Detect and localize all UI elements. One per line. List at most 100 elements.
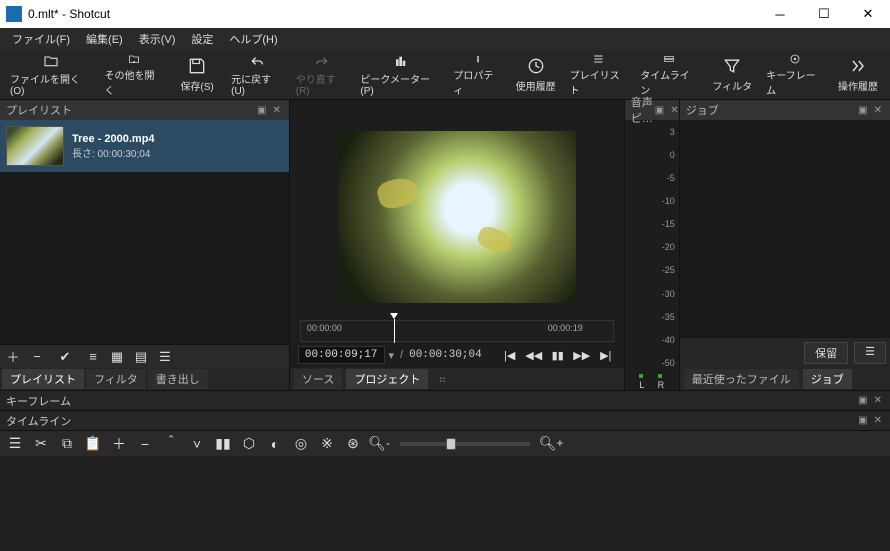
timecode-total: 00:00:30;04	[409, 349, 482, 361]
panel-close-icon[interactable]: ✕	[271, 105, 283, 116]
history-button[interactable]: 操作履歴	[830, 51, 886, 99]
menu-help[interactable]: ヘルプ(H)	[221, 29, 285, 49]
lift-icon[interactable]: ＾	[160, 433, 182, 455]
tab-filter[interactable]: フィルタ	[86, 369, 146, 389]
left-tab-row: プレイリスト フィルタ 書き出し	[0, 368, 289, 390]
audio-meter-lr: L R	[625, 374, 679, 390]
jobs-header: ジョブ ▣✕	[680, 100, 890, 120]
playlist-remove-button[interactable]: −	[26, 347, 48, 367]
minimize-button[interactable]: ─	[758, 0, 802, 28]
cut-icon[interactable]: ✂	[30, 433, 52, 455]
playlist-item[interactable]: Tree - 2000.mp4 長さ: 00:00:30;04	[0, 120, 289, 172]
zoom-slider-thumb[interactable]	[446, 438, 456, 450]
jobs-tab-row: 最近使ったファイル ジョブ	[680, 368, 890, 390]
panel-undock-icon[interactable]: ▣	[255, 105, 268, 116]
open-other-button[interactable]: その他を開く	[99, 51, 170, 99]
tab-source[interactable]: ソース	[294, 369, 342, 389]
kf-close-icon[interactable]: ✕	[872, 395, 884, 406]
keyframes-button[interactable]: キーフレーム	[760, 51, 830, 99]
recent-button[interactable]: 使用履歴	[508, 51, 564, 99]
meter-undock-icon[interactable]: ▣	[653, 105, 666, 116]
menu-view[interactable]: 表示(V)	[131, 29, 184, 49]
copy-icon[interactable]: ⧉	[56, 433, 78, 455]
play-pause-button[interactable]: ▮▮	[548, 346, 568, 364]
pending-button[interactable]: 保留	[804, 342, 848, 364]
preview-panel: 00:00:00 00:00:19 00:00:09;17 ▾ / 00:00:…	[290, 100, 624, 390]
jobs-close-icon[interactable]: ✕	[872, 105, 884, 116]
timeline-menu-icon[interactable]: ☰	[4, 433, 26, 455]
playlist-update-button[interactable]: ✔	[54, 347, 76, 367]
timeline-button[interactable]: タイムライン	[634, 51, 704, 99]
zoom-out-icon[interactable]: 🔍︎-	[368, 433, 390, 455]
properties-button[interactable]: プロパティ	[447, 51, 507, 99]
view-detailed-icon[interactable]: ≡	[82, 347, 104, 367]
jobs-bottom-bar: 保留 ☰	[680, 338, 890, 368]
open-file-button[interactable]: ファイルを開く(O)	[4, 51, 99, 99]
skip-next-button[interactable]: ▶|	[596, 346, 616, 364]
menu-file[interactable]: ファイル(F)	[4, 29, 78, 49]
jobs-body[interactable]	[680, 120, 890, 338]
overwrite-icon[interactable]: ˅	[186, 433, 208, 455]
maximize-button[interactable]: ☐	[802, 0, 846, 28]
ripple-all-icon[interactable]: ※	[316, 433, 338, 455]
split-icon[interactable]: ▮▮	[212, 433, 234, 455]
ripple-icon[interactable]: ◎	[290, 433, 312, 455]
timeline-toolbar: ☰ ✂ ⧉ 📋 ＋ − ＾ ˅ ▮▮ ⬡ ◐ ◎ ※ ⊛ 🔍︎- 🔍︎+	[0, 430, 890, 456]
scrub-tc-start: 00:00:00	[307, 323, 342, 333]
playlist-toolbar: ＋ − ✔ ≡ ▦ ▤ ☰	[0, 344, 289, 368]
menu-edit[interactable]: 編集(E)	[78, 29, 131, 49]
skip-prev-button[interactable]: |◀	[500, 346, 520, 364]
tab-playlist[interactable]: プレイリスト	[2, 369, 84, 389]
redo-button[interactable]: やり直す(R)	[290, 51, 355, 99]
forward-button[interactable]: ▶▶	[572, 346, 592, 364]
tab-recent-files[interactable]: 最近使ったファイル	[684, 369, 799, 389]
playlist-item-name: Tree - 2000.mp4	[72, 133, 155, 145]
timecode-dropdown-icon[interactable]: ▾	[389, 349, 395, 362]
snap-icon[interactable]: ⬡	[238, 433, 260, 455]
ripple-markers-icon[interactable]: ⊛	[342, 433, 364, 455]
zoom-slider[interactable]	[400, 442, 530, 446]
scrub-tc-mid: 00:00:19	[548, 323, 583, 333]
timecode-current[interactable]: 00:00:09;17	[298, 346, 385, 364]
view-icons-icon[interactable]: ▤	[130, 347, 152, 367]
undo-button[interactable]: 元に戻す(U)	[225, 51, 290, 99]
titlebar: 0.mlt* - Shotcut ─ ☐ ✕	[0, 0, 890, 28]
rewind-button[interactable]: ◀◀	[524, 346, 544, 364]
playlist-menu-icon[interactable]: ☰	[154, 347, 176, 367]
paste-icon[interactable]: 📋	[82, 433, 104, 455]
jobs-title: ジョブ	[686, 102, 719, 118]
tab-jobs[interactable]: ジョブ	[803, 369, 852, 389]
audio-meter-header: 音声ピ… ▣✕	[625, 100, 679, 120]
tl-close-icon[interactable]: ✕	[872, 415, 884, 426]
playlist-header: プレイリスト ▣✕	[0, 100, 289, 120]
playhead[interactable]	[394, 319, 395, 343]
save-button[interactable]: 保存(S)	[169, 51, 225, 99]
keyframes-strip: キーフレーム ▣✕	[0, 390, 890, 410]
menu-settings[interactable]: 設定	[183, 29, 221, 49]
scrub-bar[interactable]: 00:00:00 00:00:19	[300, 320, 614, 342]
zoom-in-icon[interactable]: 🔍︎+	[540, 433, 562, 455]
scrub-icon[interactable]: ◐	[264, 433, 286, 455]
remove-icon[interactable]: −	[134, 433, 156, 455]
close-button[interactable]: ✕	[846, 0, 890, 28]
kf-undock-icon[interactable]: ▣	[856, 395, 869, 406]
jobs-menu-button[interactable]: ☰	[854, 342, 886, 364]
timeline-body[interactable]	[0, 456, 890, 551]
timeline-header: タイムライン ▣✕	[0, 410, 890, 430]
playlist-button[interactable]: プレイリスト	[564, 51, 635, 99]
jobs-undock-icon[interactable]: ▣	[856, 105, 869, 116]
tab-export[interactable]: 書き出し	[148, 369, 208, 389]
append-icon[interactable]: ＋	[108, 433, 130, 455]
playlist-add-button[interactable]: ＋	[2, 347, 24, 367]
tab-project[interactable]: プロジェクト	[346, 369, 428, 389]
tl-undock-icon[interactable]: ▣	[856, 415, 869, 426]
filters-button[interactable]: フィルタ	[704, 51, 760, 99]
playlist-item-duration: 長さ: 00:00:30;04	[72, 145, 155, 160]
playlist-title: プレイリスト	[6, 102, 72, 118]
view-tiles-icon[interactable]: ▦	[106, 347, 128, 367]
video-preview[interactable]	[338, 131, 576, 303]
audio-meter-scale: 3 0 -5 -10 -15 -20 -25 -30 -35 -40 -50	[625, 120, 679, 374]
peak-meter-button[interactable]: ピークメーター(P)	[354, 51, 447, 99]
window-title: 0.mlt* - Shotcut	[28, 7, 758, 21]
playlist-body[interactable]: Tree - 2000.mp4 長さ: 00:00:30;04	[0, 120, 289, 344]
